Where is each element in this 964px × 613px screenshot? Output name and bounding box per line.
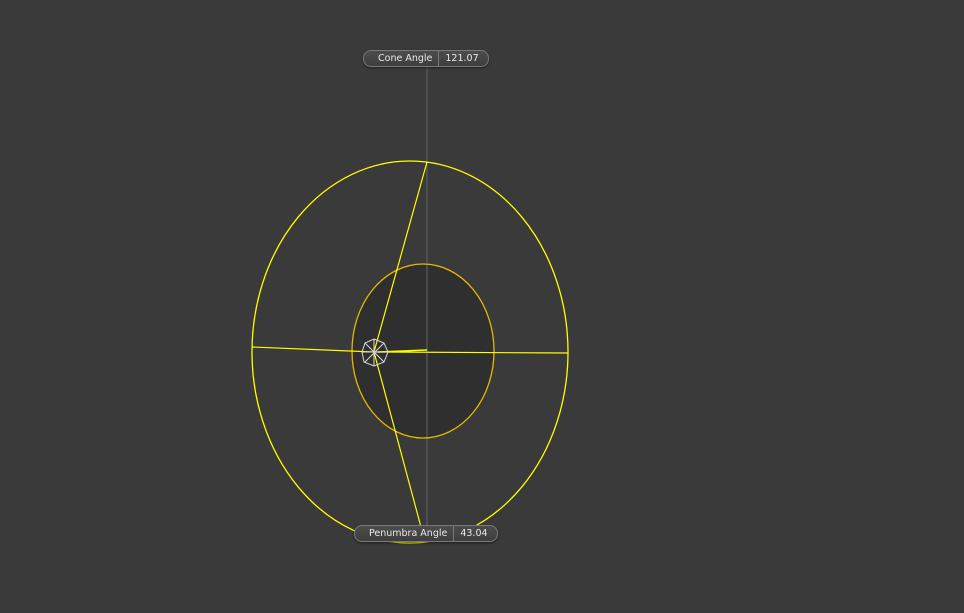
cone-angle-value[interactable]: 121.07 [438, 51, 487, 66]
cone-angle-label: Cone Angle [378, 53, 433, 64]
penumbra-angle-handle[interactable]: Penumbra Angle 43.04 [354, 525, 498, 542]
spotlight-gizmo [251, 64, 569, 544]
cone-angle-handle[interactable]: Cone Angle 121.07 [363, 50, 489, 67]
penumbra-angle-label: Penumbra Angle [369, 528, 448, 539]
penumbra-angle-value[interactable]: 43.04 [453, 526, 496, 541]
3d-viewport[interactable]: Cone Angle 121.07 Penumbra Angle 43.04 [0, 0, 964, 613]
